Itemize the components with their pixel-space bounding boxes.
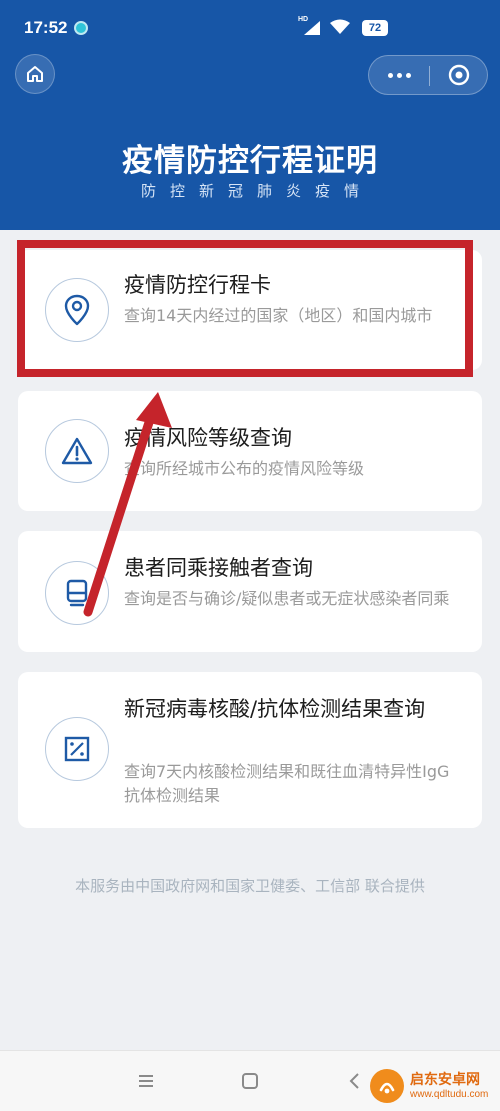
home-nav-button[interactable] [238,1069,262,1093]
footer-note: 本服务由中国政府网和国家卫健委、工信部 联合提供 [75,877,425,895]
menu-icon [139,1075,153,1087]
back-nav-button[interactable] [342,1069,366,1093]
menu-nav-button[interactable] [134,1069,158,1093]
annotation-arrow-icon [83,392,172,617]
square-icon [242,1073,258,1089]
watermark-url: www.qdltudu.com [410,1088,489,1100]
back-icon [349,1073,359,1089]
watermark: 启东安卓网 www.qdltudu.com [370,1066,494,1106]
watermark-logo-icon [370,1069,404,1103]
watermark-name: 启东安卓网 [410,1071,480,1088]
